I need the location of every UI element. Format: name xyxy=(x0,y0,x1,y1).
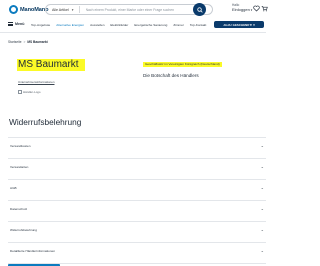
section-title: Widerrufsbelehrung xyxy=(9,117,82,127)
nav-link-ausstellen[interactable]: Ausstellen xyxy=(90,23,104,27)
company-info-link[interactable]: Unternehmensinformationen xyxy=(18,80,54,84)
top-header: ManoMano Alle Artikel ▾ Hallo Einloggen … xyxy=(0,0,268,19)
accordion-item-label: Detaillierte Händlerinformationen xyxy=(10,249,56,253)
promo-cta-button[interactable]: JAJA! GESCHENKT! ▾ xyxy=(214,21,264,28)
accordion-item-label: Datenschutz xyxy=(10,207,28,211)
search-category-select[interactable]: Alle Artikel ▾ xyxy=(46,8,79,12)
accordion-item-label: Widerrufsbelehrung xyxy=(10,228,37,232)
chevron-down-icon: ⌄ xyxy=(260,164,264,169)
nav-link-elektrik[interactable]: Elektrikfelder xyxy=(110,23,128,27)
nav-link-alternative-energien[interactable]: Alternative Energien xyxy=(56,23,84,27)
accordion-item-datenschutz[interactable]: Datenschutz ⌄ xyxy=(8,200,266,217)
menu-button[interactable]: Menü xyxy=(8,22,24,26)
account-menu[interactable]: Hallo Einloggen ▾ xyxy=(232,3,254,16)
chevron-down-icon: ⌄ xyxy=(260,206,264,211)
accordion-item-agb[interactable]: AGB ⌄ xyxy=(8,179,266,196)
promo-cta-label: JAJA! GESCHENKT! xyxy=(223,22,253,27)
accordion-item-versandarten[interactable]: Versandarten ⌄ xyxy=(8,158,266,175)
hamburger-icon xyxy=(8,22,13,26)
main-nav: Menü Top-Angebote Alternative Energien A… xyxy=(0,19,266,31)
accordion-item-haendlerinformationen[interactable]: Detaillierte Händlerinformationen ⌄ xyxy=(8,242,266,259)
chevron-down-icon: ⌄ xyxy=(260,227,264,232)
nav-links: Top-Angebote Alternative Energien Ausste… xyxy=(31,23,212,27)
accordion-item-versandkosten[interactable]: Versandkosten ⌄ xyxy=(8,137,266,154)
header-divider xyxy=(0,32,266,33)
chevron-down-icon: ⌄ xyxy=(260,143,264,148)
seller-logo-alt: Händler-Logo xyxy=(23,90,41,94)
chevron-down-icon: ⌄ xyxy=(260,248,264,253)
chevron-down-icon: ▾ xyxy=(253,22,255,27)
accordion-item-widerrufsbelehrung[interactable]: Widerrufsbelehrung ⌄ xyxy=(8,221,266,238)
accordion-item-label: AGB xyxy=(10,186,17,190)
breadcrumb-current: MS Baumarkt xyxy=(27,40,48,44)
search-button[interactable] xyxy=(193,3,206,16)
chevron-down-icon: ▾ xyxy=(71,7,74,12)
cart-icon[interactable] xyxy=(261,5,268,12)
heart-icon[interactable] xyxy=(253,5,260,12)
search-category-label: Alle Artikel xyxy=(52,7,69,12)
nav-link-zimmer[interactable]: Zimmer xyxy=(173,23,183,27)
search-bar: Alle Artikel ▾ xyxy=(45,4,213,15)
seller-name: MS Baumarkt xyxy=(17,59,85,71)
manomano-logo-icon xyxy=(9,5,18,14)
nav-link-top-kontakt[interactable]: Top-Kontakt xyxy=(190,23,207,27)
search-icon xyxy=(196,6,203,13)
account-login-label: Einloggen xyxy=(232,7,250,12)
seller-tagline: Die Botschaft des Händlers xyxy=(143,73,199,78)
breadcrumb-home[interactable]: Startseite xyxy=(8,40,21,44)
breadcrumb-separator-icon: > xyxy=(23,40,26,44)
accordion-item-label: Versandkosten xyxy=(10,144,31,148)
breadcrumb: Startseite > MS Baumarkt xyxy=(8,40,48,44)
accordion-item-label: Versandarten xyxy=(10,165,29,169)
nav-link-energetische-sanierung[interactable]: Energetische Sanierung xyxy=(134,23,167,27)
manomano-logo[interactable]: ManoMano xyxy=(9,4,49,15)
broken-image-icon xyxy=(18,90,22,94)
menu-label: Menü xyxy=(15,22,25,26)
chevron-down-icon: ⌄ xyxy=(260,185,264,190)
account-login: Einloggen ▾ xyxy=(232,7,254,13)
nav-link-top-angebote[interactable]: Top-Angebote xyxy=(31,23,50,27)
seller-location-badge: Geschäftssitz im Vereinigten Königreich … xyxy=(143,62,222,67)
seller-logo-image: Händler-Logo xyxy=(18,90,41,94)
